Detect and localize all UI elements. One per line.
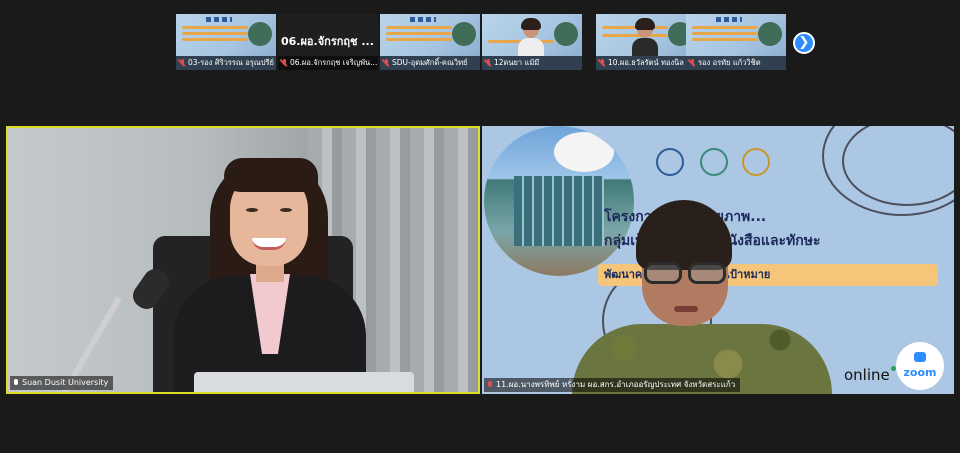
shared-slide-preview — [176, 14, 276, 56]
thumbnail-participant-1[interactable]: 03-รอง ศิริวรรณ อรุณปรีย์ — [176, 14, 276, 70]
mic-muted-icon — [179, 59, 186, 67]
mic-muted-icon — [383, 59, 390, 67]
logo-emblem — [742, 148, 770, 176]
thumbnail-participant-4[interactable]: 12ดนยา แม้มี — [482, 14, 582, 70]
logo-hcd — [656, 148, 684, 176]
online-text: online — [844, 366, 896, 384]
participant-name: SDU-อุดมศักดิ์-คณวิทย์ — [380, 56, 480, 70]
mic-muted-icon — [485, 59, 492, 67]
zoom-logo-icon: zoom — [896, 342, 944, 390]
participant-video — [518, 18, 544, 56]
logo-seal — [700, 148, 728, 176]
next-page-button[interactable]: ❯ — [793, 32, 815, 54]
participant-name-label: 11.ผอ.นางพรทิพย์ หรั่งาม ผอ.สกร.อำเภออรั… — [484, 378, 741, 392]
participant-name: 06.ผอ.จักรกฤช เจริญพัน... — [278, 56, 378, 70]
participant-name: รอง อรทัย แก้ววิชิต — [686, 56, 786, 70]
video-tile-participant[interactable]: โครงการพัฒนาศักยภาพ... กลุ่มเป้าหมายผู้ไ… — [482, 126, 954, 394]
thumbnail-participant-6[interactable]: รอง อรทัย แก้ววิชิต — [686, 14, 786, 70]
mic-icon — [13, 379, 19, 387]
mic-muted-icon — [281, 59, 288, 67]
thumbnail-participant-5[interactable]: 10.ผอ.ธวัลรัตน์ ทองนิล — [596, 14, 696, 70]
mic-muted-icon — [689, 59, 696, 67]
thumbnail-participant-2[interactable]: 06.ผอ.จักรกฤช ... 06.ผอ.จักรกฤช เจริญพัน… — [278, 14, 378, 70]
mic-muted-icon — [599, 59, 606, 67]
thumbnail-participant-3[interactable]: SDU-อุดมศักดิ์-คณวิทย์ — [380, 14, 480, 70]
mic-muted-icon — [487, 381, 493, 389]
participant-name-label: Suan Dusit University — [10, 376, 114, 390]
shared-slide-preview — [380, 14, 480, 56]
participant-display-name: 06.ผอ.จักรกฤช ... — [281, 35, 374, 48]
shared-slide-preview — [686, 14, 786, 56]
participant-video — [572, 200, 832, 394]
speaker-video — [160, 156, 370, 392]
participant-name: 10.ผอ.ธวัลรัตน์ ทองนิล — [596, 56, 696, 70]
participant-video — [632, 18, 658, 56]
video-tile-active-speaker[interactable]: Suan Dusit University — [6, 126, 480, 394]
participant-name: 03-รอง ศิริวรรณ อรุณปรีย์ — [176, 56, 276, 70]
participant-name: 12ดนยา แม้มี — [482, 56, 582, 70]
laptop — [194, 372, 414, 392]
thumbnail-strip: 03-รอง ศิริวรรณ อรุณปรีย์ 06.ผอ.จักรกฤช … — [0, 14, 960, 72]
